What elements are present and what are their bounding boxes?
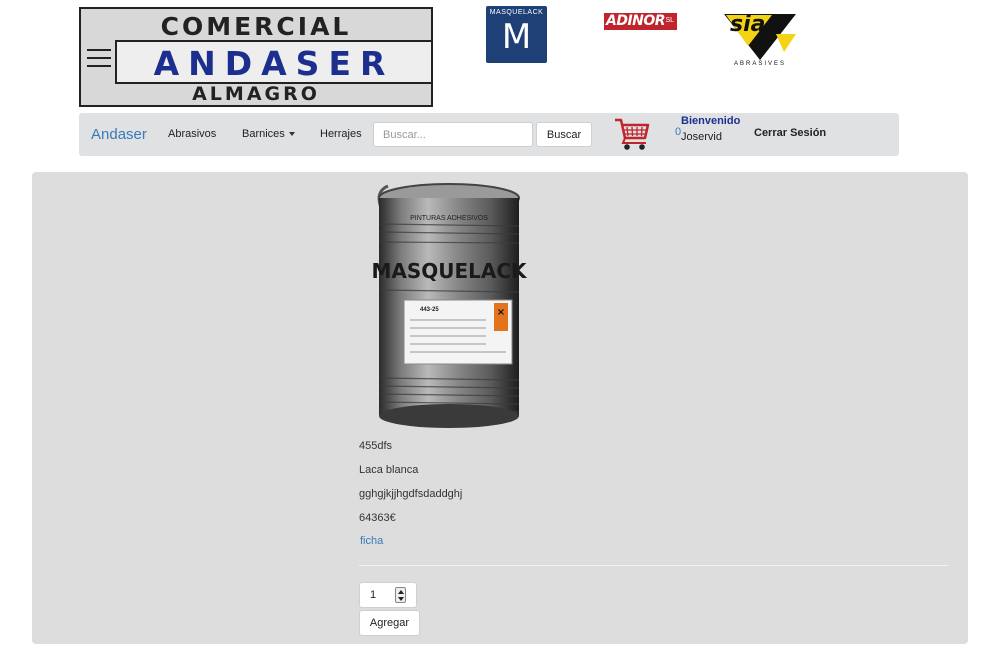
andaser-logo-band: ANDASER [115,40,433,84]
spinner-arrows-icon[interactable] [395,587,406,603]
sia-logo-subtitle: ABRASIVES [733,61,786,67]
product-code: 455dfs [359,440,393,452]
product-description: gghgjkjjhgdfsdaddghj [359,488,463,500]
andaser-logo-stripe [87,65,111,67]
divider [359,565,948,566]
andaser-logo[interactable]: COMERCIAL ANDASER ALMAGRO [79,7,433,107]
andaser-logo-middle: ANDASER [153,44,395,83]
search-button[interactable]: Buscar [536,122,592,147]
andaser-logo-stripe [87,57,111,59]
arrow-down-icon[interactable] [398,597,404,601]
navbar: Andaser Abrasivos Barnices Herrajes Busc… [79,113,899,156]
ficha-link[interactable]: ficha [360,535,383,547]
welcome-text: Bienvenido [681,115,741,127]
nav-item-barnices[interactable]: Barnices [242,128,295,140]
quantity-value: 1 [370,589,377,601]
product-price: 64363€ [359,512,396,524]
masquelack-logo-brand: MASQUELACK [489,9,544,16]
masquelack-logo[interactable]: MASQUELACK M [486,6,547,63]
arrow-up-icon[interactable] [398,590,404,594]
andaser-logo-bottom: ALMAGRO [192,83,320,105]
andaser-logo-stripe [87,49,111,51]
sia-logo-name: sia [730,12,766,37]
navbar-brand-link[interactable]: Andaser [91,126,147,143]
product-image-brand: MASQUELACK [371,259,528,283]
product-image[interactable]: PINTURAS ADHESIVOS MASQUELACK 443-25 × [368,180,530,430]
nav-item-herrajes[interactable]: Herrajes [320,128,362,140]
adinor-logo-name: ADINOR [606,13,666,29]
shopping-cart-icon[interactable] [613,116,651,152]
product-name: Laca blanca [359,464,419,476]
adinor-logo-suffix: SL [665,17,674,24]
svg-text:×: × [497,307,505,318]
nav-item-barnices-label: Barnices [242,128,285,140]
andaser-logo-top: COMERCIAL [160,12,352,41]
search-input[interactable] [373,122,533,147]
quantity-stepper[interactable]: 1 [359,582,417,608]
sia-logo[interactable]: sia ABRASIVES [722,12,798,70]
add-to-cart-button[interactable]: Agregar [359,610,420,636]
username-text: Joservid [681,131,722,143]
caret-down-icon [288,132,295,137]
masquelack-logo-mark: M [501,17,532,57]
adinor-logo[interactable]: ADINOR SL [604,13,677,30]
logout-link[interactable]: Cerrar Sesión [754,127,826,139]
product-panel: PINTURAS ADHESIVOS MASQUELACK 443-25 × 4… [32,172,968,644]
product-image-top-band: PINTURAS ADHESIVOS [410,215,488,222]
header: COMERCIAL ANDASER ALMAGRO MASQUELACK M A… [0,0,1007,112]
nav-item-abrasivos[interactable]: Abrasivos [168,128,216,140]
product-image-label-code: 443-25 [420,307,439,313]
